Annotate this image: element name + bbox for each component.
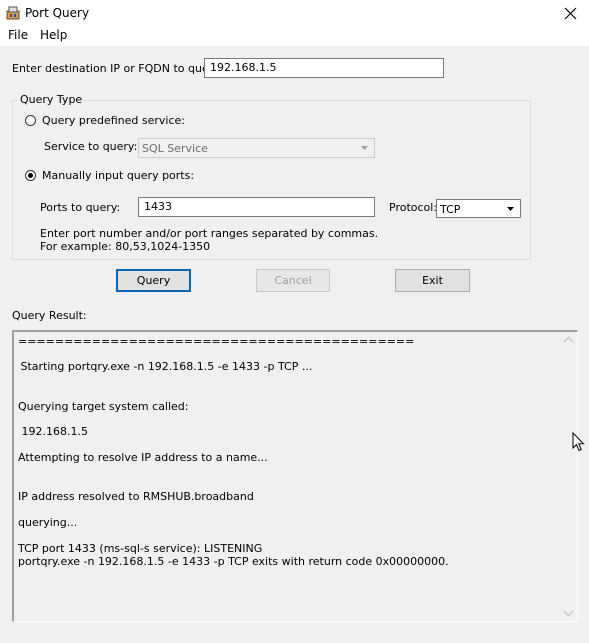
result-line: querying... xyxy=(18,516,78,529)
query-type-legend: Query Type xyxy=(18,93,85,106)
service-select-arrow[interactable] xyxy=(358,140,373,156)
close-icon xyxy=(564,7,577,20)
result-line: ========================================… xyxy=(18,335,415,348)
protocol-select-arrow[interactable] xyxy=(504,201,519,217)
radio-manual-ports[interactable] xyxy=(25,170,36,181)
app-icon xyxy=(6,6,20,20)
result-line: portqry.exe -n 192.168.1.5 -e 1433 -p TC… xyxy=(18,555,449,568)
service-select[interactable]: SQL Service xyxy=(138,138,375,158)
radio-predefined-service[interactable] xyxy=(25,115,36,126)
result-line: Starting portqry.exe -n 192.168.1.5 -e 1… xyxy=(17,360,313,373)
ports-input[interactable]: 1433 xyxy=(138,197,375,217)
service-select-value: SQL Service xyxy=(142,142,208,155)
manual-ports-label: Manually input query ports: xyxy=(42,169,195,182)
menu-file[interactable]: File xyxy=(8,28,28,42)
protocol-label: Protocol: xyxy=(389,201,438,214)
chevron-down-icon xyxy=(361,146,368,150)
hint-line-2: For example: 80,53,1024-1350 xyxy=(40,240,211,253)
protocol-select-value: TCP xyxy=(440,203,461,216)
hint-line-1: Enter port number and/or port ranges sep… xyxy=(40,227,379,240)
query-button[interactable]: Query xyxy=(116,269,191,292)
menu-help[interactable]: Help xyxy=(40,28,67,42)
destination-label: Enter destination IP or FQDN to query: xyxy=(12,62,223,75)
chevron-down-icon xyxy=(507,207,514,211)
menu-bar xyxy=(0,27,589,46)
predefined-service-label: Query predefined service: xyxy=(42,114,185,127)
exit-button[interactable]: Exit xyxy=(395,269,470,292)
protocol-select[interactable]: TCP xyxy=(436,199,521,218)
ports-to-query-label: Ports to query: xyxy=(40,201,121,214)
result-line: IP address resolved to RMSHUB.broadband xyxy=(18,490,254,503)
query-result-label: Query Result: xyxy=(12,309,87,322)
destination-input[interactable]: 192.168.1.5 xyxy=(204,58,444,78)
result-scrollbar[interactable] xyxy=(560,332,577,621)
mouse-cursor-icon xyxy=(572,432,585,452)
window-title: Port Query xyxy=(25,6,90,20)
result-line: Querying target system called: xyxy=(18,400,189,413)
service-to-query-label: Service to query: xyxy=(44,140,138,153)
close-button[interactable] xyxy=(552,0,589,27)
cancel-button[interactable]: Cancel xyxy=(256,269,330,292)
scroll-up-icon[interactable] xyxy=(563,336,574,344)
result-line: Attempting to resolve IP address to a na… xyxy=(18,451,268,464)
query-result-textarea[interactable] xyxy=(12,330,578,622)
result-line: 192.168.1.5 xyxy=(18,425,88,438)
scroll-down-icon[interactable] xyxy=(563,609,574,617)
result-line: TCP port 1433 (ms-sql-s service): LISTEN… xyxy=(18,542,263,555)
